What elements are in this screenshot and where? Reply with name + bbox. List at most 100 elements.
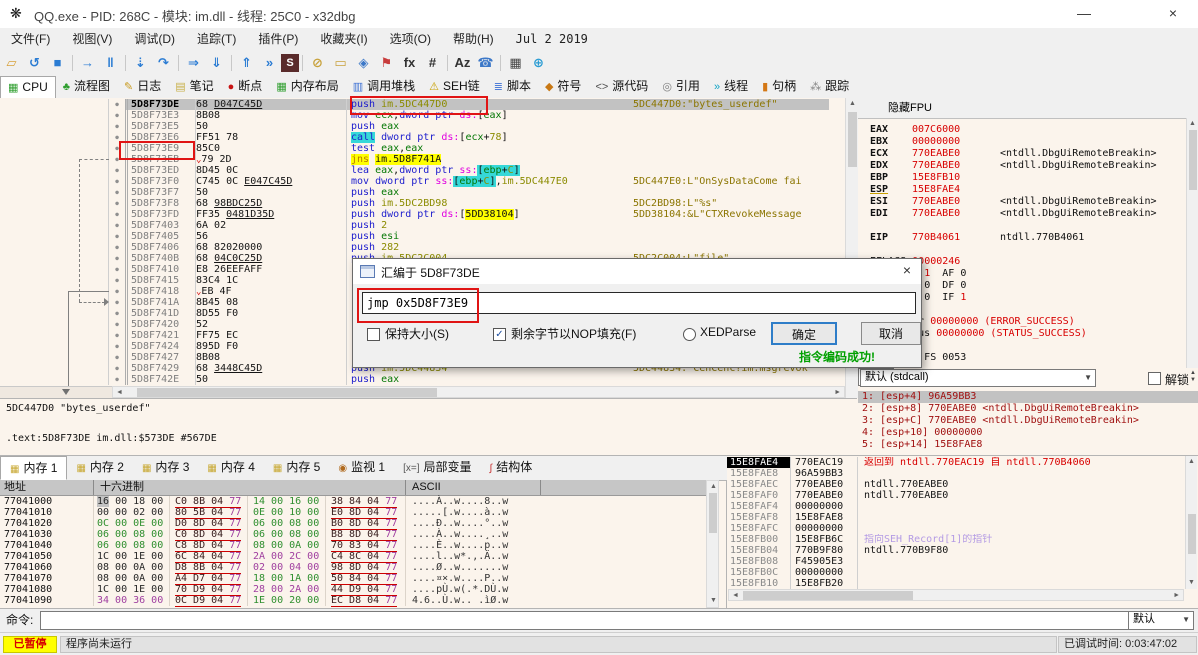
register-row[interactable]: ESI 770EABE0 <ntdll.DbgUiRemoteBreakin>: [858, 196, 1186, 208]
bookmark-icon[interactable]: ⚑: [375, 52, 398, 74]
function-icon[interactable]: fx: [398, 52, 421, 74]
stack-row[interactable]: 15E8FAF0 770EABE0 ntdll.770EABE0: [727, 490, 1185, 501]
ok-button[interactable]: 确定: [771, 322, 837, 345]
hash-icon[interactable]: #: [421, 52, 444, 74]
dump-row[interactable]: 77041050 1C 00 1E 00 6C 84 04 77 2A 00 2C 0…: [0, 551, 706, 563]
tab-句柄[interactable]: ▮ 句柄: [755, 76, 803, 96]
menu-item[interactable]: 追踪(T): [186, 28, 247, 50]
disasm-row[interactable]: ● 5D8F73E6 FF51 78 call dword ptr ds:[ecx+7…: [0, 132, 845, 143]
register-row[interactable]: EDX 770EABE0 <ntdll.DbgUiRemoteBreakin>: [858, 160, 1186, 172]
scroll-left-icon[interactable]: ◄: [732, 592, 739, 600]
breakpoint-dot[interactable]: ●: [108, 319, 125, 330]
breakpoint-dot[interactable]: ●: [108, 220, 125, 231]
tab-内存 5[interactable]: ▦ 内存 5: [264, 456, 329, 478]
breakpoint-dot[interactable]: ●: [108, 99, 125, 110]
argument-row[interactable]: 2: [esp+8] 770EABE0 <ntdll.DbgUiRemoteBr…: [858, 403, 1198, 415]
disasm-row[interactable]: ● 5D8F73FD FF35 0481D35D push dword ptr ds:…: [0, 209, 845, 220]
tab-源代码[interactable]: <> 源代码: [588, 76, 655, 96]
disasm-row[interactable]: ● 5D8F7406 68 82020000 push 282: [0, 242, 845, 253]
dump-row[interactable]: 77041040 06 00 08 00 C8 8D 04 77 08 00 0A 0…: [0, 540, 706, 552]
stop-icon[interactable]: ■: [46, 52, 69, 74]
register-row[interactable]: [858, 220, 1186, 232]
breakpoint-dot[interactable]: ●: [108, 275, 125, 286]
dump-vscrollbar[interactable]: ▲ ▼: [706, 480, 719, 608]
tab-局部变量[interactable]: [x=] 局部变量: [394, 456, 480, 478]
tab-跟踪[interactable]: ⁂ 跟踪: [803, 76, 856, 96]
menu-item[interactable]: 选项(O): [379, 28, 442, 50]
restart-icon[interactable]: ↺: [23, 52, 46, 74]
stack-row[interactable]: 15E8FB10 15E8FB20: [727, 578, 1185, 589]
fill-nop-checkbox[interactable]: ✓: [493, 328, 506, 341]
keep-size-checkbox[interactable]: [367, 328, 380, 341]
tab-脚本[interactable]: ≣ 脚本: [487, 76, 538, 96]
calculator-icon[interactable]: ▦: [504, 52, 527, 74]
breakpoint-dot[interactable]: ●: [108, 374, 125, 385]
breakpoint-dot[interactable]: ●: [108, 231, 125, 242]
tab-CPU[interactable]: ▦ CPU: [0, 76, 56, 99]
argument-row[interactable]: 4: [esp+10] 00000000: [858, 427, 1198, 439]
register-row[interactable]: EAX 007C6000: [858, 124, 1186, 136]
tab-线程[interactable]: » 线程: [707, 76, 755, 96]
menu-item[interactable]: 帮助(H): [442, 28, 505, 50]
menu-item[interactable]: 文件(F): [0, 28, 61, 50]
tab-内存 1[interactable]: ▦ 内存 1: [0, 456, 68, 480]
menu-item[interactable]: Jul 2 2019: [505, 28, 599, 50]
stack-row[interactable]: 15E8FAF4 00000000: [727, 501, 1185, 512]
breakpoint-dot[interactable]: ●: [108, 264, 125, 275]
dump-row[interactable]: 77041070 08 00 0A 00 A4 D7 04 77 18 00 1A 0…: [0, 573, 706, 585]
scylla-icon[interactable]: S: [281, 54, 299, 72]
pause-icon[interactable]: ‖: [99, 52, 122, 74]
tab-日志[interactable]: ✎ 日志: [117, 76, 168, 96]
command-profile-select[interactable]: 默认 ▼: [1128, 611, 1194, 630]
dump-row[interactable]: 77041060 08 00 0A 00 D8 8B 04 77 02 00 04 0…: [0, 562, 706, 574]
dump-row[interactable]: 77041030 06 00 08 00 C0 8D 04 77 06 00 08 0…: [0, 529, 706, 541]
stack-row[interactable]: 15E8FAEC 770EABE0 ntdll.770EABE0: [727, 479, 1185, 490]
scroll-up-icon[interactable]: ▲: [1188, 458, 1195, 466]
breakpoint-dot[interactable]: ●: [108, 308, 125, 319]
scroll-left-icon[interactable]: ◄: [116, 389, 123, 397]
label-icon[interactable]: ◈: [352, 52, 375, 74]
stack-row[interactable]: 15E8FB0C 00000000: [727, 567, 1185, 578]
patch-icon[interactable]: ⊘: [306, 52, 329, 74]
stack-row[interactable]: 15E8FAF8 15E8FAE8: [727, 512, 1185, 523]
breakpoint-dot[interactable]: ●: [108, 209, 125, 220]
dump-row[interactable]: 77041000 16 00 18 00 C0 8B 04 77 14 00 16 0…: [0, 496, 706, 508]
cancel-button[interactable]: 取消: [861, 322, 921, 345]
breakpoint-dot[interactable]: ●: [108, 286, 125, 297]
breakpoint-dot[interactable]: ●: [108, 363, 125, 374]
command-input[interactable]: [40, 611, 1130, 630]
registers-vscrollbar[interactable]: ▲: [1186, 118, 1198, 368]
disasm-row[interactable]: ● 5D8F73ED 8D45 0C lea eax,dword ptr ss:[eb…: [0, 165, 845, 176]
close-button[interactable]: ×: [1150, 0, 1196, 27]
xedparse-radio[interactable]: [683, 328, 696, 341]
register-row[interactable]: EDI 770EABE0 <ntdll.DbgUiRemoteBreakin>: [858, 208, 1186, 220]
disasm-row[interactable]: ● 5D8F73E5 50 push eax: [0, 121, 845, 132]
argument-row[interactable]: 5: [esp+14] 15E8FAE8: [858, 439, 1198, 451]
register-row[interactable]: ECX 770EABE0 <ntdll.DbgUiRemoteBreakin>: [858, 148, 1186, 160]
run-to-selection-icon[interactable]: ⇒: [182, 52, 205, 74]
tab-内存 2[interactable]: ▦ 内存 2: [67, 456, 132, 478]
argument-row[interactable]: 1: [esp+4] 96A59BB3: [858, 391, 1198, 403]
disasm-row[interactable]: ● 5D8F73EB ⌄79 2D jns im.5D8F741A: [0, 154, 845, 165]
stack-row[interactable]: 15E8FB04 770B9F80 ntdll.770B9F80: [727, 545, 1185, 556]
disasm-row[interactable]: ● 5D8F73F0 C745 0C E047C45D mov dword ptr s…: [0, 176, 845, 187]
tab-引用[interactable]: ◎ 引用: [655, 76, 707, 96]
register-row[interactable]: EIP 770B4061 ntdll.770B4061: [858, 232, 1186, 244]
scroll-right-icon[interactable]: ►: [834, 389, 841, 397]
disasm-row[interactable]: ● 5D8F7405 56 push esi: [0, 231, 845, 242]
stack-row[interactable]: 15E8FAFC 00000000: [727, 523, 1185, 534]
stack-row[interactable]: 15E8FAE8 96A59BB3: [727, 468, 1185, 479]
tab-内存 3[interactable]: ▦ 内存 3: [133, 456, 198, 478]
tab-监视 1[interactable]: ◉ 监视 1: [329, 456, 394, 478]
dump-row[interactable]: 77041090 34 00 36 00 0C D9 04 77 1E 00 20 0…: [0, 595, 706, 607]
unlock-checkbox[interactable]: [1148, 372, 1161, 385]
tab-内存布局[interactable]: ▦ 内存布局: [269, 76, 345, 96]
scroll-right-icon[interactable]: ►: [1173, 592, 1180, 600]
stack-vscrollbar[interactable]: ▲ ▼: [1185, 456, 1197, 589]
breakpoint-dot[interactable]: ●: [108, 330, 125, 341]
dump-row[interactable]: 77041010 00 00 02 00 80 5B 04 77 0E 00 10 0…: [0, 507, 706, 519]
register-row[interactable]: EBX 00000000: [858, 136, 1186, 148]
registers-header[interactable]: 隐藏FPU: [858, 98, 1198, 119]
argument-row[interactable]: 3: [esp+C] 770EABE0 <ntdll.DbgUiRemoteBr…: [858, 415, 1198, 427]
disasm-row[interactable]: ● 5D8F742E 50 push eax: [0, 374, 845, 385]
